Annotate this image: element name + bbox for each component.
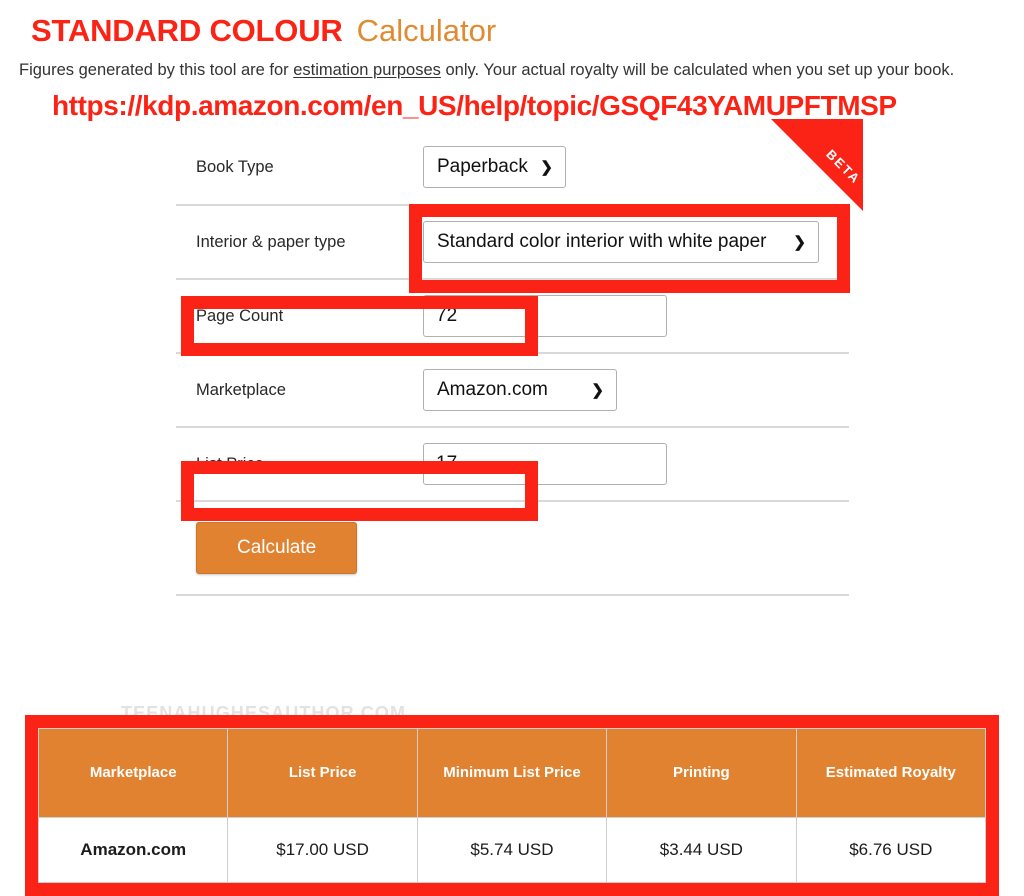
cell-estimated-royalty: $6.76 USD — [795, 817, 987, 883]
results-table: Marketplace List Price Minimum List Pric… — [37, 728, 987, 883]
table-header-row: Marketplace List Price Minimum List Pric… — [37, 728, 987, 818]
form-bottom-divider — [176, 594, 849, 596]
interior-paper-type-select[interactable]: Standard color interior with white paper — [423, 221, 819, 263]
calculate-button[interactable]: Calculate — [196, 522, 358, 574]
marketplace-select-wrap: Amazon.com ❯ — [423, 369, 617, 411]
table-row: Amazon.com $17.00 USD $5.74 USD $3.44 US… — [37, 817, 987, 883]
royalty-calculator-form: Book Type Paperback ❯ Interior & paper t… — [176, 130, 849, 596]
control-book-type: Paperback ❯ — [423, 146, 849, 188]
marketplace-select[interactable]: Amazon.com — [423, 369, 617, 411]
column-header-list-price: List Price — [227, 728, 418, 818]
disclaimer-part1: Figures generated by this tool are for — [19, 61, 294, 79]
form-row-book-type: Book Type Paperback ❯ — [176, 130, 849, 204]
interior-select-wrap: Standard color interior with white paper… — [423, 221, 819, 263]
cell-printing: $3.44 USD — [606, 817, 797, 883]
form-row-calculate: Calculate — [176, 500, 849, 594]
control-page-count — [423, 295, 849, 337]
label-list-price: List Price — [196, 454, 264, 473]
column-header-marketplace: Marketplace — [37, 728, 229, 818]
column-header-estimated-royalty: Estimated Royalty — [795, 728, 987, 818]
disclaimer-link[interactable]: estimation purposes — [293, 61, 441, 79]
results-table-head: Marketplace List Price Minimum List Pric… — [37, 728, 987, 818]
label-interior-paper-type: Interior & paper type — [196, 232, 346, 251]
control-list-price — [423, 443, 849, 485]
page-count-input[interactable] — [423, 295, 667, 337]
cell-marketplace: Amazon.com — [37, 817, 229, 883]
page-title: STANDARD COLOUR Calculator — [31, 12, 496, 50]
page-title-strong: STANDARD COLOUR — [31, 13, 343, 48]
disclaimer-text: Figures generated by this tool are for e… — [19, 59, 954, 81]
label-marketplace: Marketplace — [196, 380, 286, 399]
column-header-printing: Printing — [606, 728, 797, 818]
book-type-select-wrap: Paperback ❯ — [423, 146, 566, 188]
control-marketplace: Amazon.com ❯ — [423, 369, 849, 411]
column-header-minimum-list-price: Minimum List Price — [416, 728, 608, 818]
list-price-input[interactable] — [423, 443, 667, 485]
label-page-count: Page Count — [196, 306, 284, 325]
form-row-list-price: List Price — [176, 426, 849, 500]
label-book-type: Book Type — [196, 157, 274, 176]
form-row-page-count: Page Count — [176, 278, 849, 352]
control-interior-paper-type: Standard color interior with white paper… — [423, 221, 849, 263]
results-table-container: Marketplace List Price Minimum List Pric… — [25, 715, 999, 896]
cell-minimum-list-price: $5.74 USD — [416, 817, 608, 883]
book-type-select[interactable]: Paperback — [423, 146, 566, 188]
form-row-interior-paper-type: Interior & paper type Standard color int… — [176, 204, 849, 278]
help-url[interactable]: https://kdp.amazon.com/en_US/help/topic/… — [52, 89, 897, 123]
cell-list-price: $17.00 USD — [227, 817, 418, 883]
disclaimer-part2: only. Your actual royalty will be calcul… — [440, 61, 955, 79]
form-row-marketplace: Marketplace Amazon.com ❯ — [176, 352, 849, 426]
page-title-accent: Calculator — [356, 13, 497, 48]
results-table-body: Amazon.com $17.00 USD $5.74 USD $3.44 US… — [37, 817, 987, 883]
